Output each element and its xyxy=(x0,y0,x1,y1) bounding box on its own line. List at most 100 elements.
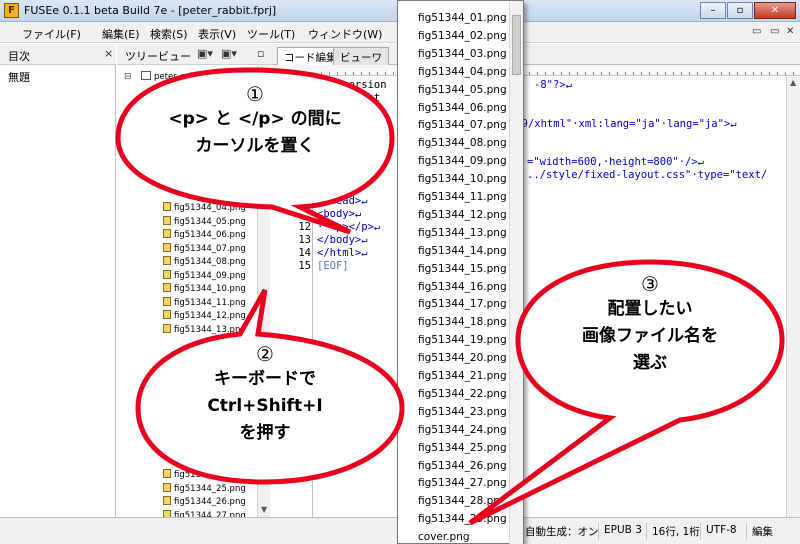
dropdown-item[interactable]: fig51344_15.png xyxy=(418,260,507,278)
dropdown-item[interactable]: fig51344_13.png xyxy=(418,224,507,242)
menu-tools[interactable]: ツール(T) xyxy=(247,26,295,42)
code-line[interactable]: ta xyxy=(317,156,330,168)
code-line[interactable]: [EOF] xyxy=(317,260,349,272)
close-icon[interactable]: × xyxy=(104,47,113,60)
code-line[interactable]: <title> xyxy=(317,182,361,194)
code-line[interactable]: xml version xyxy=(317,79,387,91)
dropdown-item[interactable]: fig51344_24.png xyxy=(418,421,507,439)
dropdown-item[interactable]: fig51344_04.png xyxy=(418,63,507,81)
dropdown-item[interactable]: fig51344_08.png xyxy=(418,134,507,152)
tree-file-item[interactable]: fig51344_12.png xyxy=(163,310,246,321)
dropdown-item[interactable]: fig51344_27.png xyxy=(418,474,507,492)
tree-file-item[interactable]: fig51344_09.png xyxy=(163,269,246,281)
menu-file[interactable]: ファイル(F) xyxy=(22,26,81,42)
tree-file-item[interactable]: fig51344_07.png xyxy=(163,242,246,254)
add-file-icon[interactable]: ▣▾ xyxy=(197,47,213,60)
tree-file-item[interactable]: fig51344_08.png xyxy=(163,256,246,267)
scroll-down-icon[interactable]: ▼ xyxy=(261,505,267,514)
tree-file-label: fig51344_10.png xyxy=(174,284,246,294)
dropdown-item[interactable]: fig51344_09.png xyxy=(418,152,507,170)
dropdown-scrollbar[interactable] xyxy=(509,1,523,544)
dropdown-item[interactable]: fig51344_20.png xyxy=(418,349,507,367)
toc-item[interactable]: 無題 xyxy=(8,69,30,85)
tree-file-item[interactable]: fig51344_05.png xyxy=(163,215,246,227)
scroll-up-icon[interactable]: ▲ xyxy=(261,67,267,76)
tree-file-item[interactable]: fig51344_26.png xyxy=(163,496,246,507)
collapse-icon[interactable]: ⊟ xyxy=(124,72,132,82)
code-line[interactable]: </html>↵ xyxy=(317,247,368,259)
menu-view[interactable]: 表示(V) xyxy=(198,26,236,42)
editor-scrollbar[interactable]: ▲ xyxy=(786,76,800,517)
code-line[interactable]: DOCTYPE ht xyxy=(317,92,380,104)
add-folder-icon[interactable]: ▣▾ xyxy=(221,47,237,60)
dropdown-item[interactable]: fig51344_05.png xyxy=(418,81,507,99)
pane-menu-icon[interactable]: ▫ xyxy=(257,47,264,60)
tree-file-item[interactable]: fig51344_24.png xyxy=(163,469,246,480)
menu-search[interactable]: 検索(S) xyxy=(150,26,188,42)
dropdown-item[interactable]: fig51344_22.png xyxy=(418,385,507,403)
line-number: 13 xyxy=(298,233,311,246)
dropdown-item[interactable]: fig51344_11.png xyxy=(418,188,507,206)
dropdown-item[interactable]: fig51344_14.png xyxy=(418,242,507,260)
menu-window[interactable]: ウィンドウ(W) xyxy=(308,26,382,42)
code-line[interactable]: </body>↵ xyxy=(317,234,368,246)
dropdown-item[interactable]: fig51344_23.png xyxy=(418,403,507,421)
toc-pane: 無題 xyxy=(0,65,116,517)
tree-file-item[interactable]: fig51344_27.png xyxy=(163,509,246,517)
tree-file-label: fig51344_12.png xyxy=(174,311,246,321)
code-line[interactable]: </head>↵ xyxy=(317,195,368,207)
code-fragment: ="width=600,·height=800"·/>↵ xyxy=(527,156,705,169)
image-file-dropdown[interactable]: fig51344_01.png fig51344_02.png fig51344_0… xyxy=(397,0,524,544)
dropdown-item[interactable]: fig51344_12.png xyxy=(418,206,507,224)
code-line[interactable]: <body>↵ xyxy=(317,208,361,220)
dropdown-item[interactable]: fig51344_25.png xyxy=(418,439,507,457)
window-title: FUSEe 0.1.1 beta Build 7e - [peter_rabbi… xyxy=(24,4,277,17)
dropdown-item[interactable]: fig51344_02.png xyxy=(418,27,507,45)
menu-edit[interactable]: 編集(E) xyxy=(102,26,140,42)
dropdown-item[interactable]: cover.png xyxy=(418,528,470,544)
tree-file-item[interactable]: fig51344_06.png xyxy=(163,229,246,240)
dropdown-item[interactable]: fig51344_17.png xyxy=(418,295,507,313)
tree-file-label: fig51344_04.png xyxy=(174,203,246,213)
tree-root[interactable]: peter_rabbit xyxy=(141,71,206,82)
tree-file-item[interactable]: fig51344_11.png xyxy=(163,296,246,308)
tree-file-item[interactable]: fig51344_04.png xyxy=(163,202,246,213)
dropdown-item[interactable]: fig51344_29.png xyxy=(418,510,507,528)
image-file-icon xyxy=(163,323,171,333)
status-format: EPUB 3 xyxy=(598,523,647,540)
dropdown-item[interactable]: fig51344_06.png xyxy=(418,99,507,117)
dropdown-item[interactable]: fig51344_21.png xyxy=(418,367,507,385)
dropdown-item[interactable]: fig51344_18.png xyxy=(418,313,507,331)
mdi-restore-icon-2[interactable]: ▭ xyxy=(770,26,779,37)
dropdown-item[interactable]: fig51344_16.png xyxy=(418,278,507,296)
tree-file-item[interactable]: fig51344_25.png xyxy=(163,482,246,494)
mdi-restore-icon[interactable]: ▭ xyxy=(752,26,761,37)
code-line[interactable]: ··<p></p>↵ xyxy=(317,221,380,233)
dropdown-scroll-thumb[interactable] xyxy=(512,15,521,75)
dropdown-item[interactable]: fig51344_10.png xyxy=(418,170,507,188)
maximize-button[interactable]: ▫ xyxy=(727,2,753,19)
mdi-close-icon[interactable]: ✕ xyxy=(786,26,794,37)
tree-file-label: fig51344_25.png xyxy=(174,483,246,494)
tab-viewer[interactable]: ビューワ xyxy=(333,47,389,65)
dropdown-item[interactable]: fig51344_01.png xyxy=(418,9,507,27)
editor-tab-strip: コード編集 ビューワ xyxy=(273,44,800,65)
code-line[interactable]: s xyxy=(317,118,323,130)
dropdown-item[interactable]: fig51344_28.png xyxy=(418,492,507,510)
tree-file-item[interactable]: fig51344_10.png xyxy=(163,283,246,294)
scroll-up-icon[interactable]: ▲ xyxy=(790,78,796,87)
dropdown-item[interactable]: fig51344_19.png xyxy=(418,331,507,349)
dropdown-item[interactable]: fig51344_03.png xyxy=(418,45,507,63)
dropdown-item[interactable]: fig51344_26.png xyxy=(418,457,507,475)
code-line[interactable]: ma xyxy=(317,144,330,156)
code-editor[interactable]: ▲ xml version DOCTYPE ht s ma ta <title> </hea… xyxy=(273,65,800,517)
close-button[interactable]: ✕ xyxy=(754,2,796,19)
tree-scrollbar[interactable]: ▲ ▼ xyxy=(257,65,270,517)
minimize-button[interactable]: – xyxy=(700,2,726,19)
code-fragment: -8"?>↵ xyxy=(534,79,572,91)
tree-file-label: fig51344_24.png xyxy=(174,470,246,480)
dropdown-item[interactable]: fig51344_07.png xyxy=(418,116,507,134)
image-file-icon xyxy=(163,256,171,265)
line-number: 14 xyxy=(298,246,311,259)
tree-file-item[interactable]: fig51344_13.png xyxy=(163,323,246,335)
